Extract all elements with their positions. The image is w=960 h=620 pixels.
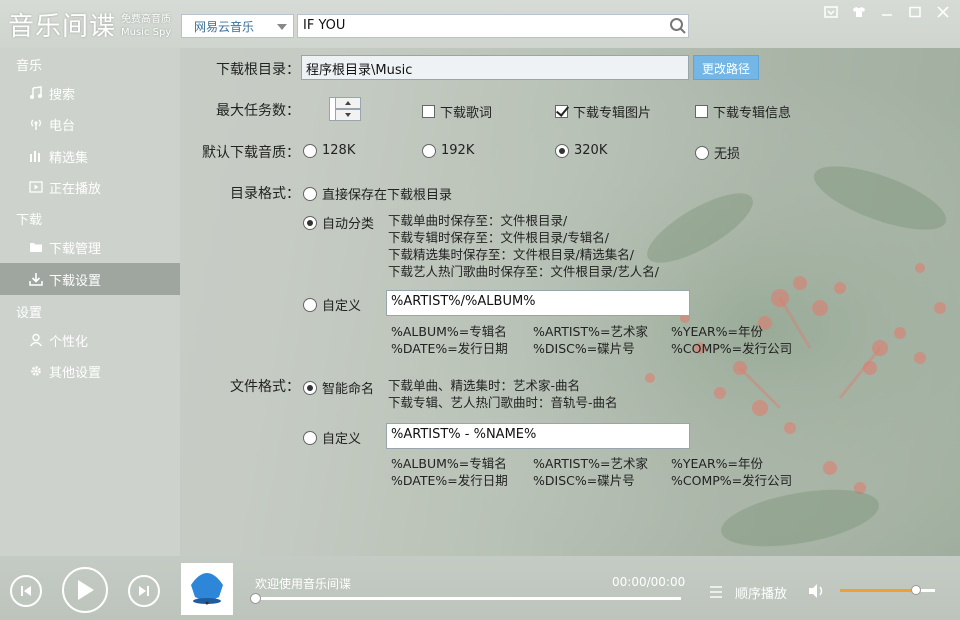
radio-icon [29,117,43,131]
file-custom-radio[interactable]: 自定义 [303,428,361,447]
root-dir-label: 下载根目录： [216,62,300,78]
volume-knob[interactable] [911,585,921,595]
volume-fill [840,589,916,592]
sidebar-item-now-playing[interactable]: 正在播放 [0,171,180,203]
menu-dropdown-icon[interactable] [820,3,842,21]
download-settings-panel: 下载根目录： 程序根目录\Music 更改路径 最大任务数： 3 下载歌词 下载… [180,48,960,556]
file-format-label: 文件格式： [230,379,300,395]
sidebar-item-download-settings[interactable]: 下载设置 [0,263,180,295]
gear-icon [29,364,43,378]
app-logo-subtitle: 免费高音质 Music Spy [121,14,172,38]
maximize-icon[interactable] [904,3,926,21]
max-tasks-stepper[interactable] [335,97,361,121]
dir-custom-input[interactable]: %ARTIST%/%ALBUM% [386,290,690,316]
file-custom-input[interactable]: %ARTIST% - %NAME% [386,423,690,449]
progress-knob[interactable] [250,593,261,604]
next-button[interactable] [128,575,160,607]
sidebar-section-download: 下载 [16,213,43,228]
volume-icon[interactable] [808,583,826,599]
album-cover-icon [191,573,223,605]
dir-auto-description: 下载单曲时保存至：文件根目录/下载专辑时保存至：文件根目录/专辑名/下载精选集时… [388,213,659,279]
sidebar-item-search[interactable]: 搜索 [0,77,180,109]
root-dir-field: 程序根目录\Music [301,55,689,80]
dir-format-label: 目录格式： [230,186,300,202]
sidebar-item-playlists[interactable]: 精选集 [0,140,180,172]
sidebar-item-radio[interactable]: 电台 [0,108,180,140]
quality-128k-radio[interactable]: 128K [303,143,355,158]
sidebar-item-other-settings[interactable]: 其他设置 [0,355,180,387]
change-path-button[interactable]: 更改路径 [693,55,759,80]
music-note-icon [29,86,43,100]
file-variable-hints: %ALBUM%=专辑名 %ARTIST%=艺术家 %YEAR%=年份 %DATE%=… [391,456,793,488]
dir-auto-radio[interactable]: 自动分类 [303,213,374,232]
download-icon [29,272,43,286]
folder-icon [29,240,43,254]
close-icon[interactable] [932,3,954,21]
sidebar-section-music: 音乐 [16,59,43,74]
quality-lossless-radio[interactable]: 无损 [695,143,740,162]
bars-icon [29,149,43,163]
play-icon [78,580,94,600]
dir-variable-hints: %ALBUM%=专辑名 %ARTIST%=艺术家 %YEAR%=年份 %DATE%=… [391,324,793,356]
quality-192k-radio[interactable]: 192K [422,143,474,158]
play-screen-icon [29,180,43,194]
music-source-select[interactable]: 网易云音乐 [181,14,294,38]
previous-icon [21,586,31,596]
stepper-down-icon[interactable] [335,109,361,121]
play-mode-icon[interactable] [708,585,724,599]
user-icon [29,333,43,347]
search-icon[interactable] [669,17,687,35]
quality-320k-radio[interactable]: 320K [555,143,607,158]
max-tasks-label: 最大任务数： [216,103,300,119]
title-bar: 音乐间谍 免费高音质 Music Spy 网易云音乐 IF YOU [0,0,960,48]
progress-bar[interactable] [255,597,681,600]
app-logo: 音乐间谍 [8,12,117,42]
dir-custom-radio[interactable]: 自定义 [303,295,361,314]
dir-root-radio[interactable]: 直接保存在下载根目录 [303,184,452,203]
sidebar: 音乐 搜索 电台 精选集 正在播放 下载 下载管理 下载设置 设置 个性化 其他… [0,48,180,556]
sidebar-item-download-manager[interactable]: 下载管理 [0,231,180,263]
volume-slider[interactable] [840,585,935,595]
file-smart-description: 下载单曲、精选集时：艺术家-曲名 下载专辑、艺人热门歌曲时：音轨号-曲名 [388,378,618,410]
play-button[interactable] [62,567,108,613]
next-icon [139,586,149,596]
download-album-info-checkbox[interactable]: 下载专辑信息 [695,102,791,121]
now-playing-title: 欢迎使用音乐间谍 [255,577,352,591]
skin-icon[interactable] [848,3,870,21]
stepper-up-icon[interactable] [335,97,361,109]
file-smart-radio[interactable]: 智能命名 [303,378,374,397]
playback-time: 00:00/00:00 [612,575,686,589]
download-cover-checkbox[interactable]: 下载专辑图片 [555,102,651,121]
download-lyrics-checkbox[interactable]: 下载歌词 [422,102,492,121]
minimize-icon[interactable] [876,3,898,21]
chevron-down-icon [277,24,287,30]
search-input[interactable]: IF YOU [297,14,689,38]
play-mode-label[interactable]: 顺序播放 [735,583,787,602]
sidebar-section-settings: 设置 [16,306,43,321]
quality-label: 默认下载音质： [202,145,300,161]
previous-button[interactable] [10,575,42,607]
sidebar-item-personalize[interactable]: 个性化 [0,324,180,356]
album-cover[interactable] [181,563,233,615]
